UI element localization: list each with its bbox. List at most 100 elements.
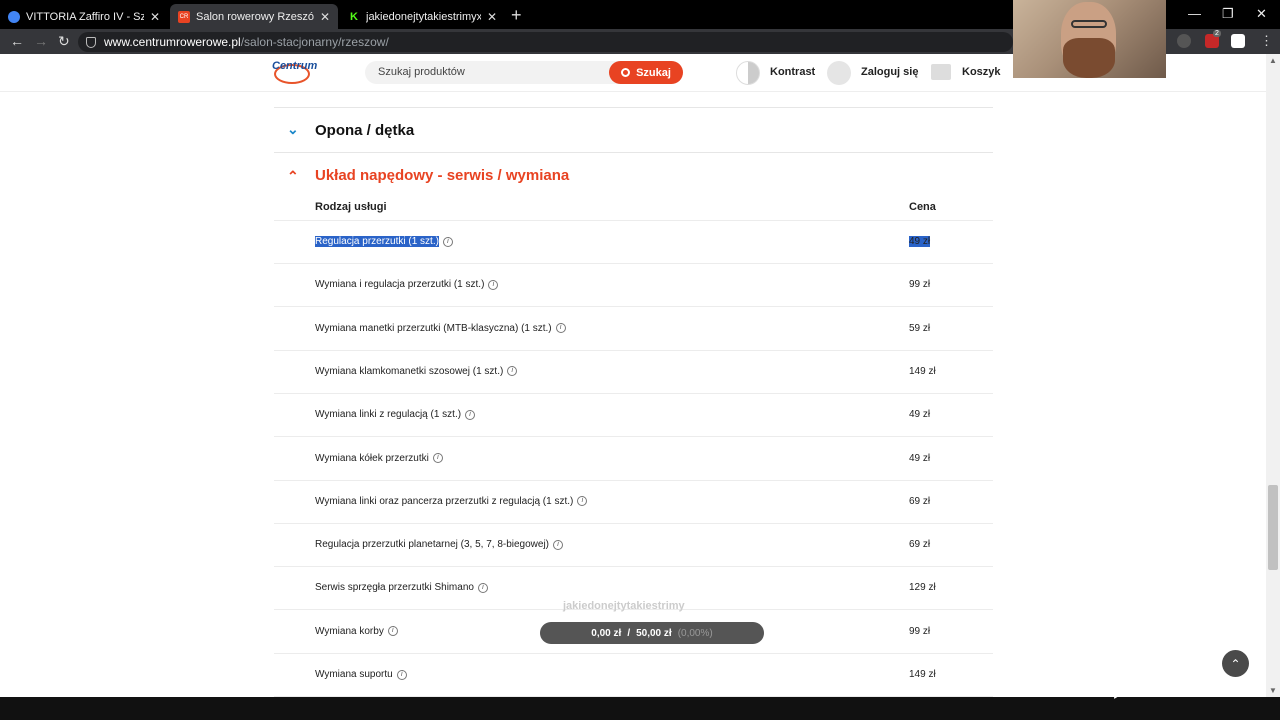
close-icon[interactable]: ✕ bbox=[487, 10, 497, 24]
service-name: Serwis sprzęgła przerzutki Shimano i bbox=[315, 582, 488, 593]
site-info-icon[interactable] bbox=[86, 36, 96, 48]
close-icon[interactable]: ✕ bbox=[150, 10, 160, 24]
chevron-down-icon[interactable]: ⌄ bbox=[287, 121, 299, 138]
service-price: 69 zł bbox=[909, 539, 931, 551]
search-button[interactable]: Szukaj bbox=[609, 61, 683, 84]
cart-icon[interactable] bbox=[931, 64, 951, 80]
service-name: Wymiana kółek przerzutki i bbox=[315, 453, 443, 464]
donation-separator: / bbox=[627, 627, 631, 639]
service-price: 149 zł bbox=[909, 669, 936, 680]
table-row: Wymiana kółek przerzutki i 49 zł bbox=[274, 438, 993, 481]
table-row: Wymiana linki z regulacją (1 szt.) i 49 zł bbox=[274, 394, 993, 438]
cart-link[interactable]: Koszyk bbox=[962, 66, 1001, 78]
chevron-up-icon: ⌃ bbox=[1230, 656, 1241, 671]
login-link[interactable]: Zaloguj się bbox=[861, 66, 918, 78]
info-icon[interactable]: i bbox=[555, 323, 566, 334]
kick-favicon-icon: K bbox=[348, 10, 360, 23]
contrast-icon[interactable] bbox=[736, 61, 760, 85]
service-label: Regulacja przerzutki (1 szt.) bbox=[315, 236, 439, 247]
chevron-up-icon[interactable]: ⌃ bbox=[287, 168, 299, 185]
tab-title: Salon rowerowy Rzeszów | Cent bbox=[196, 10, 314, 23]
search-icon bbox=[621, 68, 631, 77]
donation-percent: (0,00%) bbox=[677, 627, 713, 639]
extension-s-icon[interactable] bbox=[1231, 34, 1245, 48]
page-scrollbar[interactable] bbox=[1266, 54, 1280, 697]
minimize-icon[interactable]: — bbox=[1188, 6, 1201, 21]
webcam-overlay bbox=[1013, 0, 1166, 78]
forward-arrow-icon[interactable]: → bbox=[34, 33, 48, 49]
back-to-top-button[interactable]: ⌃ bbox=[1222, 650, 1249, 677]
close-icon[interactable]: ✕ bbox=[320, 10, 330, 24]
table-row: Wymiana suportu i 149 zł bbox=[274, 654, 993, 697]
table-row: Wymiana linki oraz pancerza przerzutki z… bbox=[274, 481, 993, 524]
extension-glasses-icon[interactable] bbox=[1177, 34, 1191, 48]
tab-title: jakiedonejtytakiestrimyxD Strea bbox=[366, 10, 481, 23]
webcam-person-glasses bbox=[1071, 20, 1107, 28]
service-label: Wymiana suportu bbox=[315, 669, 393, 680]
back-arrow-icon[interactable]: ← bbox=[10, 33, 24, 49]
info-icon[interactable]: i bbox=[553, 539, 564, 550]
section-title-tire[interactable]: Opona / dętka bbox=[315, 122, 414, 139]
service-label: Wymiana linki z regulacją (1 szt.) bbox=[315, 409, 462, 421]
service-name: Wymiana suportu i bbox=[315, 669, 407, 680]
service-label: Serwis sprzęgła przerzutki Shimano bbox=[315, 582, 474, 594]
address-bar[interactable]: www.centrumrowerowe.pl/salon-stacjonarny… bbox=[78, 32, 1013, 52]
service-label: Wymiana linki oraz pancerza przerzutki z… bbox=[315, 495, 574, 507]
info-icon[interactable]: i bbox=[387, 626, 398, 637]
table-row: Regulacja przerzutki (1 szt.) i 49 zł bbox=[274, 221, 993, 264]
taskbar bbox=[0, 697, 1280, 720]
user-icon[interactable] bbox=[827, 61, 851, 85]
service-price: 149 zł bbox=[909, 365, 936, 377]
service-price: 69 zł bbox=[909, 495, 931, 507]
url-path: /salon-stacjonarny/rzeszow/ bbox=[240, 35, 389, 49]
search-box[interactable]: Szukaj produktów Szukaj bbox=[365, 61, 683, 84]
donation-goal-bar: 0,00 zł / 50,00 zł (0,00%) bbox=[540, 622, 764, 644]
scroll-up-arrow-icon[interactable]: ▲ bbox=[1269, 56, 1277, 65]
stream-overlay-label: jakiedonejtytakiestrimy bbox=[563, 600, 685, 612]
service-name: Wymiana linki z regulacją (1 szt.) i bbox=[315, 409, 476, 421]
browser-tab-kick[interactable]: K jakiedonejtytakiestrimyxD Strea ✕ bbox=[340, 4, 505, 29]
service-price: 49 zł bbox=[909, 236, 931, 247]
info-icon[interactable]: i bbox=[396, 669, 407, 680]
browser-tab-google[interactable]: VITTORIA Zaffiro IV - Szukaj w G ✕ bbox=[0, 4, 168, 29]
info-icon[interactable]: i bbox=[507, 366, 518, 377]
browser-menu-icon[interactable]: ⋮ bbox=[1260, 33, 1273, 49]
scroll-down-arrow-icon[interactable]: ▼ bbox=[1269, 686, 1277, 695]
info-icon[interactable]: i bbox=[432, 453, 443, 463]
table-row: Wymiana manetki przerzutki (MTB-klasyczn… bbox=[274, 308, 993, 351]
column-header-price: Cena bbox=[909, 201, 936, 213]
service-label: Wymiana manetki przerzutki (MTB-klasyczn… bbox=[315, 322, 552, 334]
tab-title: VITTORIA Zaffiro IV - Szukaj w G bbox=[26, 10, 144, 23]
service-price: 99 zł bbox=[909, 279, 931, 291]
service-label: Wymiana klamkomanetki szosowej (1 szt.) bbox=[315, 365, 504, 377]
service-label: Wymiana kółek przerzutki bbox=[315, 452, 429, 464]
service-name: Wymiana klamkomanetki szosowej (1 szt.) i bbox=[315, 365, 518, 377]
restore-icon[interactable]: ❐ bbox=[1222, 6, 1234, 22]
section-title-drive[interactable]: Układ napędowy - serwis / wymiana bbox=[315, 167, 569, 184]
service-label: Wymiana korby bbox=[315, 625, 384, 637]
service-name: Regulacja przerzutki planetarnej (3, 5, … bbox=[315, 539, 564, 551]
scrollbar-thumb[interactable] bbox=[1268, 485, 1278, 570]
info-icon[interactable]: i bbox=[488, 279, 499, 290]
info-icon[interactable]: i bbox=[577, 496, 588, 507]
new-tab-button[interactable]: + bbox=[511, 5, 522, 26]
service-name: Wymiana korby i bbox=[315, 626, 398, 637]
reload-icon[interactable]: ↻ bbox=[58, 33, 70, 50]
webcam-person-beard bbox=[1063, 38, 1115, 78]
info-icon[interactable]: i bbox=[477, 582, 488, 593]
info-icon[interactable]: i bbox=[442, 236, 453, 247]
donation-current: 0,00 zł bbox=[591, 627, 622, 639]
centrum-favicon-icon: CR bbox=[178, 10, 190, 23]
browser-tab-centrum[interactable]: CR Salon rowerowy Rzeszów | Cent ✕ bbox=[170, 4, 338, 29]
window-close-icon[interactable]: ✕ bbox=[1256, 6, 1267, 22]
info-icon[interactable]: i bbox=[465, 409, 476, 420]
service-price: 49 zł bbox=[909, 409, 931, 421]
search-input[interactable]: Szukaj produktów bbox=[378, 66, 465, 78]
contrast-toggle[interactable]: Kontrast bbox=[770, 66, 815, 78]
table-row: Regulacja przerzutki planetarnej (3, 5, … bbox=[274, 524, 993, 568]
service-price: 59 zł bbox=[909, 322, 931, 334]
service-label: Regulacja przerzutki planetarnej (3, 5, … bbox=[315, 539, 550, 551]
table-row: Wymiana i regulacja przerzutki (1 szt.) i… bbox=[274, 264, 993, 308]
logo-text: Centrum bbox=[272, 60, 318, 72]
centrum-logo[interactable]: Centrum bbox=[272, 58, 317, 86]
